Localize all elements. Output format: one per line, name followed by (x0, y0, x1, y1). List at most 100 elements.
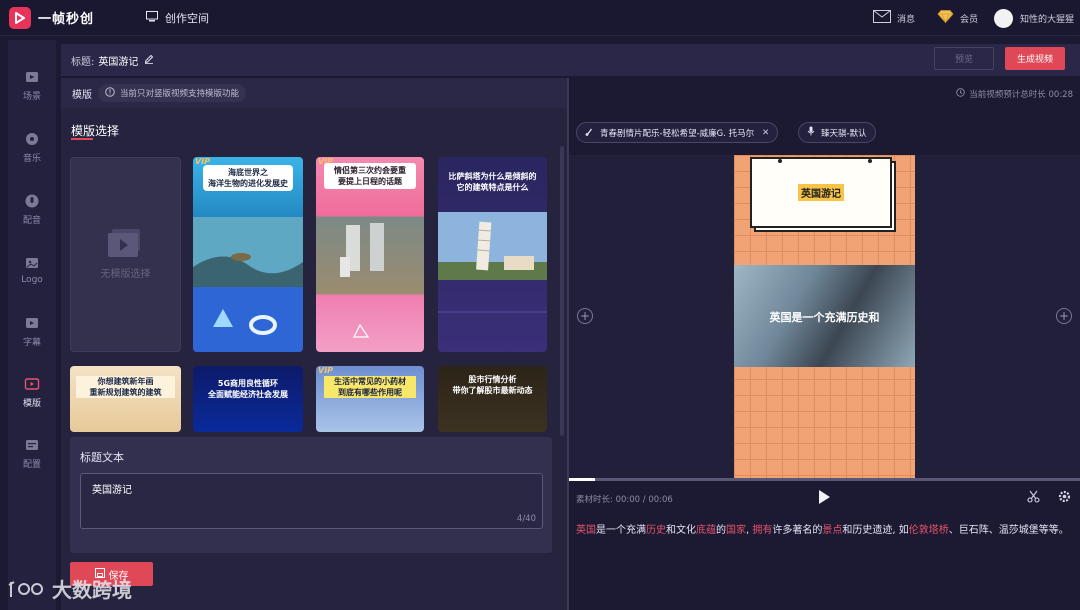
generate-video-button[interactable]: 生成视频 (1005, 47, 1065, 70)
script-text[interactable]: 英国是一个充满历史和文化底蕴的国家, 拥有许多著名的景点和历史遗迹, 如伦敦塔桥… (576, 524, 1071, 538)
script-segment: 的 (716, 525, 726, 536)
script-keyword: 底蕴 (696, 525, 716, 536)
voice-chip-label: 臻天骐-默认 (821, 128, 867, 139)
video-preview[interactable]: 英国游记 英国是一个充满历史和 (734, 155, 915, 478)
script-keyword: 英国 (576, 525, 596, 536)
script-segment: 和文化 (666, 525, 696, 536)
sidebar-item-logo[interactable]: Logo (8, 247, 56, 293)
microphone-icon (807, 126, 815, 139)
no-template-label: 无模版选择 (100, 269, 151, 280)
avatar (993, 8, 1013, 28)
messages-label: 消息 (896, 14, 915, 25)
sidebar-item-label: 配置 (22, 459, 41, 470)
sidebar-item-music[interactable]: 音乐 (8, 124, 56, 170)
template-card[interactable]: VIP 海底世界之 海洋生物的进化发展史 (193, 157, 303, 352)
music-note-icon (585, 127, 594, 139)
sidebar-item-label: 音乐 (22, 153, 41, 164)
playback-controls: 素材时长: 00:00 / 00:06 (569, 481, 1080, 515)
user-menu[interactable]: 知性的大猩猩 (993, 8, 1074, 28)
logo-icon (9, 6, 31, 29)
template-notice: 当前只对竖版视频支持模版功能 (98, 84, 247, 102)
template-card-caption: 股市行情分析 带你了解股市最新动态 (452, 375, 533, 395)
template-notice-text: 当前只对竖版视频支持模版功能 (120, 89, 240, 99)
music-icon (26, 132, 38, 145)
info-icon (105, 86, 115, 100)
template-card[interactable]: 比萨斜塔为什么是倾斜的 它的建筑特点是什么 (438, 157, 547, 352)
template-card-caption: 比萨斜塔为什么是倾斜的 它的建筑特点是什么 (448, 172, 537, 192)
title-text-input[interactable]: 英国游记 4/40 (80, 473, 543, 529)
title-label: 标题: (71, 56, 95, 68)
scissors-icon[interactable] (1027, 490, 1040, 506)
app-name: 一帧秒创 (38, 12, 95, 27)
script-segment: 是一个充满 (596, 525, 646, 536)
title-board: 英国游记 (750, 157, 892, 228)
preview-photo-caption: 英国是一个充满历史和 (769, 311, 880, 324)
script-keyword: 景点 (822, 525, 843, 536)
sidebar-item-label: Logo (21, 275, 43, 285)
sidebar-item-subtitle[interactable]: 字幕 (8, 308, 56, 354)
template-card-caption: 情侣第三次约会要重 要提上日程的话题 (324, 163, 416, 189)
video-duration: 当前视频预计总时长 00:28 (956, 88, 1073, 100)
underwater-image (193, 217, 303, 352)
template-card-caption: 你想建筑新年画 重新规划建筑的建筑 (76, 376, 175, 398)
template-card[interactable]: 股市行情分析 带你了解股市最新动态 (438, 366, 547, 432)
title-text-heading: 标题文本 (80, 451, 124, 464)
watermark-logo-icon (8, 580, 43, 597)
vip-badge: VIP (318, 366, 334, 375)
user-name: 知性的大猩猩 (1019, 14, 1074, 25)
watermark: 大数跨境 (8, 574, 132, 603)
clock-icon (956, 88, 966, 100)
sidebar-item-label: 场景 (22, 91, 41, 102)
template-card-caption: 5G商用良性循环 全面赋能经济社会发展 (208, 379, 288, 399)
title-value: 英国游记 (98, 56, 139, 68)
voice-icon (25, 194, 39, 207)
script-keyword: 历史 (646, 525, 666, 536)
monitor-icon (146, 10, 159, 25)
sidebar-item-voice[interactable]: 配音 (8, 186, 56, 232)
title-underline (71, 138, 93, 140)
voice-chip[interactable]: 臻天骐-默认 (798, 122, 876, 143)
remove-music-icon[interactable]: ✕ (762, 128, 769, 138)
template-card[interactable]: VIP 生活中常见的小药材 到底有哪些作用呢 (316, 366, 424, 432)
vip-label: 会员 (959, 14, 978, 25)
messages-button[interactable]: 消息 (872, 10, 915, 26)
title-text-panel: 标题文本 英国游记 4/40 (70, 437, 552, 553)
video-placeholder-icon (107, 229, 140, 257)
watermark-text: 大数跨境 (52, 578, 132, 602)
settings-icon (26, 439, 38, 450)
template-scrollbar[interactable] (560, 146, 564, 436)
vip-button[interactable]: 会员 (937, 10, 978, 26)
template-icon (24, 377, 40, 390)
preview-board-title: 英国游记 (798, 184, 844, 201)
play-icon[interactable] (817, 489, 831, 508)
sidebar-item-settings[interactable]: 配置 (8, 430, 56, 476)
template-card[interactable]: 你想建筑新年画 重新规划建筑的建筑 (70, 366, 181, 432)
pisa-tower-image (438, 212, 547, 313)
duration-text: 当前视频预计总时长 00:28 (969, 90, 1073, 100)
add-scene-after-button[interactable]: + (1056, 308, 1072, 324)
template-card-caption: 生活中常见的小药材 到底有哪些作用呢 (324, 376, 416, 398)
workspace-link[interactable]: 创作空间 (146, 10, 209, 26)
sidebar-item-scene[interactable]: 场景 (8, 62, 56, 108)
music-chip[interactable]: 青春剧情片配乐-轻松希望-威廉G. 托马尔 ✕ (576, 122, 779, 143)
script-segment: 许多著名的 (772, 525, 823, 536)
app-logo[interactable]: 一帧秒创 (9, 6, 95, 29)
gear-icon[interactable] (1058, 490, 1071, 506)
add-scene-before-button[interactable]: + (577, 308, 593, 324)
template-card[interactable]: VIP 情侣第三次约会要重 要提上日程的话题 (316, 157, 424, 352)
sidebar-item-template[interactable]: 模版 (8, 369, 56, 415)
template-panel: 模版 当前只对竖版视频支持模版功能 模版选择 无模版选择 VIP 海底世界之 海… (61, 78, 567, 610)
music-chip-label: 青春剧情片配乐-轻松希望-威廉G. 托马尔 (600, 128, 755, 139)
template-card[interactable]: 5G商用良性循环 全面赋能经济社会发展 (193, 366, 303, 432)
no-template-card[interactable]: 无模版选择 (70, 157, 181, 352)
couple-image (340, 223, 384, 338)
preview-button[interactable]: 预览 (934, 47, 994, 70)
mail-icon (872, 10, 891, 26)
top-bar: 一帧秒创 创作空间 消息 会员 知性的大猩猩 (0, 0, 1080, 36)
edit-title-icon[interactable] (144, 54, 154, 67)
sidebar-item-label: 字幕 (22, 337, 41, 348)
diamond-icon (937, 10, 954, 26)
board-pin (778, 159, 782, 163)
template-bar: 模版 当前只对竖版视频支持模版功能 (61, 78, 567, 108)
script-keyword: 伦敦塔桥 (908, 525, 949, 536)
